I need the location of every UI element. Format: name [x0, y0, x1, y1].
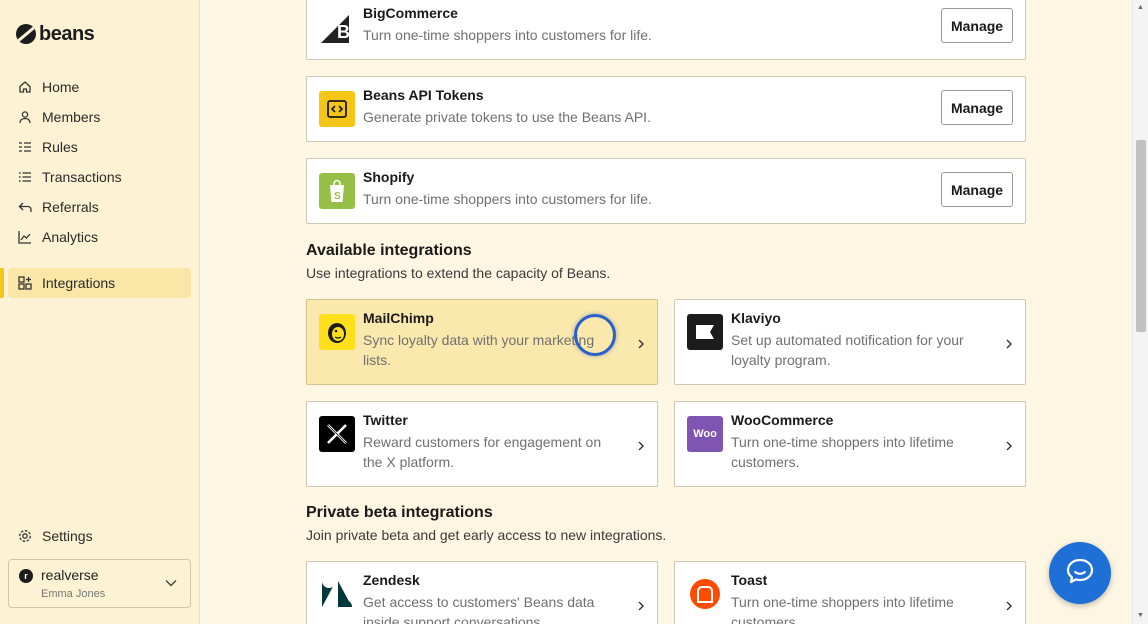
sidebar-item-integrations[interactable]: Integrations [8, 268, 191, 298]
chart-icon [18, 230, 32, 244]
account-switcher[interactable]: r realverse Emma Jones [8, 559, 191, 608]
integration-desc: Generate private tokens to use the Beans… [363, 109, 651, 125]
chevron-right-icon [637, 599, 645, 617]
klaviyo-icon [687, 314, 723, 350]
account-name: realverse [41, 567, 99, 583]
sidebar-item-analytics[interactable]: Analytics [8, 222, 191, 252]
integration-name: WooCommerce [731, 412, 834, 428]
integration-desc: Get access to customers' Beans data insi… [363, 594, 595, 624]
zendesk-icon [319, 576, 355, 612]
integration-desc: Reward customers for engagement on the X… [363, 434, 602, 470]
bigcommerce-icon: B [319, 9, 355, 45]
integration-name: BigCommerce [363, 5, 458, 21]
sidebar-item-label: Home [42, 79, 80, 95]
home-icon [18, 80, 32, 94]
click-indicator [574, 314, 616, 356]
integration-card-twitter[interactable]: Twitter Reward customers for engagement … [306, 401, 658, 487]
sidebar-item-settings[interactable]: Settings [8, 521, 191, 551]
integration-name: Shopify [363, 169, 415, 185]
integration-card-beans-api-tokens: Beans API Tokens Generate private tokens… [306, 76, 1026, 142]
list-icon [18, 170, 32, 184]
integration-card-woocommerce[interactable]: Woo WooCommerce Turn one-time shoppers i… [674, 401, 1026, 487]
woocommerce-icon: Woo [687, 416, 723, 452]
section-subtitle-private-beta: Join private beta and get early access t… [306, 527, 667, 543]
brand-name: beans [39, 22, 95, 45]
chevron-right-icon [1005, 599, 1013, 617]
active-indicator [0, 268, 4, 298]
section-title-available: Available integrations [306, 242, 472, 259]
sidebar-item-home[interactable]: Home [8, 72, 191, 102]
integration-desc: Turn one-time shoppers into customers fo… [363, 191, 652, 207]
integration-card-zendesk[interactable]: Zendesk Get access to customers' Beans d… [306, 561, 658, 624]
scroll-up-arrow-icon[interactable]: ▲ [1137, 4, 1144, 11]
sidebar-item-transactions[interactable]: Transactions [8, 162, 191, 192]
mailchimp-icon [319, 314, 355, 350]
manage-button[interactable]: Manage [941, 90, 1013, 125]
page-scrollbar[interactable]: ▲ ▼ [1132, 0, 1148, 624]
user-icon [18, 110, 32, 124]
sidebar-item-label: Settings [42, 528, 93, 544]
manage-button[interactable]: Manage [941, 172, 1013, 207]
toast-icon [687, 576, 723, 612]
integration-card-bigcommerce: B BigCommerce Turn one-time shoppers int… [306, 0, 1026, 60]
beans-logo-icon [16, 24, 36, 44]
integrations-icon [18, 276, 32, 290]
sidebar-item-label: Integrations [42, 275, 116, 291]
integration-name: Klaviyo [731, 310, 781, 326]
svg-text:B: B [337, 22, 350, 42]
manage-button[interactable]: Manage [941, 8, 1013, 43]
chevron-right-icon [637, 439, 645, 457]
integration-name: Toast [731, 572, 768, 588]
svg-text:S: S [334, 191, 341, 202]
integration-name: Twitter [363, 412, 408, 428]
sidebar-item-label: Transactions [42, 169, 122, 185]
integration-desc: Turn one-time shoppers into customers fo… [363, 27, 652, 43]
sidebar-item-label: Referrals [42, 199, 99, 215]
gear-icon [18, 529, 32, 543]
chevron-down-icon [164, 576, 178, 595]
integration-name: Beans API Tokens [363, 87, 484, 103]
chevron-right-icon [637, 337, 645, 355]
section-subtitle-available: Use integrations to extend the capacity … [306, 265, 611, 281]
integration-desc: Set up automated notification for your l… [731, 332, 964, 368]
integration-card-klaviyo[interactable]: Klaviyo Set up automated notification fo… [674, 299, 1026, 385]
api-code-icon [319, 91, 355, 127]
integration-card-shopify: S Shopify Turn one-time shoppers into cu… [306, 158, 1026, 224]
sidebar-item-label: Rules [42, 139, 78, 155]
integration-name: Zendesk [363, 572, 420, 588]
rules-icon [18, 140, 32, 154]
integration-name: MailChimp [363, 310, 434, 326]
section-title-private-beta: Private beta integrations [306, 504, 493, 521]
sidebar: beans Home Members Rules Transactions Re… [0, 0, 200, 624]
chevron-right-icon [1005, 337, 1013, 355]
scroll-down-arrow-icon[interactable]: ▼ [1137, 612, 1144, 619]
sidebar-item-label: Analytics [42, 229, 99, 245]
scroll-thumb[interactable] [1136, 140, 1146, 332]
account-avatar: r [19, 569, 33, 583]
integration-desc: Turn one-time shoppers into lifetime cus… [731, 434, 954, 470]
integration-card-toast[interactable]: Toast Turn one-time shoppers into lifeti… [674, 561, 1026, 624]
main-content: B BigCommerce Turn one-time shoppers int… [200, 0, 1132, 624]
sidebar-item-label: Members [42, 109, 101, 125]
x-icon [319, 416, 355, 452]
chevron-right-icon [1005, 439, 1013, 457]
chat-launcher-button[interactable] [1049, 542, 1111, 604]
sidebar-item-rules[interactable]: Rules [8, 132, 191, 162]
account-user: Emma Jones [41, 588, 106, 600]
sidebar-item-members[interactable]: Members [8, 102, 191, 132]
sidebar-item-referrals[interactable]: Referrals [8, 192, 191, 222]
referral-icon [18, 200, 32, 214]
woocommerce-logo-text: Woo [693, 428, 717, 440]
chat-bubble-icon [1065, 557, 1095, 590]
integration-desc: Turn one-time shoppers into lifetime cus… [731, 594, 954, 624]
shopify-icon: S [319, 173, 355, 209]
beans-logo[interactable]: beans [16, 22, 95, 46]
